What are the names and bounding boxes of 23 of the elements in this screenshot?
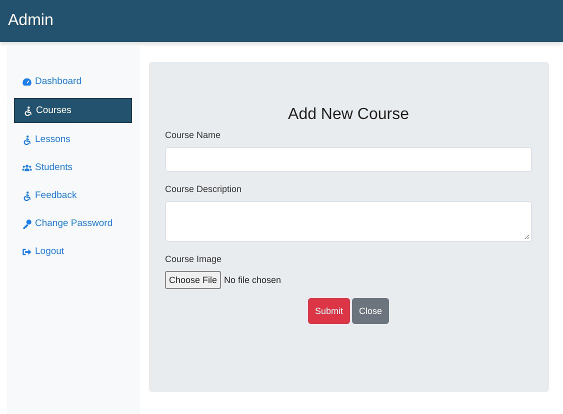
close-button[interactable]: Close xyxy=(352,298,390,324)
exit-icon xyxy=(22,246,32,256)
gauge-icon xyxy=(22,76,32,86)
field-label: Course Image xyxy=(165,254,223,264)
field-label: Course Description xyxy=(165,184,243,194)
sidebar-item[interactable]: Lessons xyxy=(14,128,132,151)
resize-grip-icon xyxy=(524,234,529,239)
sidebar-item[interactable]: Students xyxy=(14,156,132,179)
description-field[interactable] xyxy=(165,201,532,242)
sidebar-item[interactable]: Feedback xyxy=(14,184,132,207)
sidebar-item[interactable]: Change Password xyxy=(14,212,132,235)
key-icon xyxy=(22,218,32,228)
field-label: Course Name xyxy=(165,130,222,140)
app-title: Admin xyxy=(8,12,54,30)
users-icon xyxy=(22,162,32,172)
form-title: Add New Course xyxy=(287,106,410,124)
sidebar-item[interactable]: Logout xyxy=(14,240,132,263)
sidebar-item[interactable]: Dashboard xyxy=(14,70,132,93)
sidebar-item[interactable]: Courses xyxy=(14,98,132,123)
file-status: No file chosen xyxy=(224,275,282,285)
submit-button[interactable]: Submit xyxy=(308,298,350,324)
choose-file-button[interactable]: Choose File xyxy=(165,271,222,289)
course-name-field[interactable] xyxy=(165,147,532,172)
